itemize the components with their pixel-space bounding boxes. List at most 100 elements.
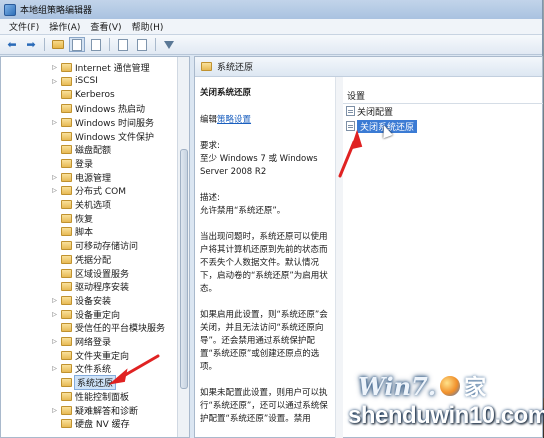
help-icon[interactable]	[134, 37, 150, 52]
expand-arrow-icon[interactable]: ▷	[51, 338, 58, 345]
tree-item-label: 电源管理	[75, 173, 112, 184]
toolbar-separator	[155, 38, 156, 51]
site-watermark-url: shenduwin10.com	[348, 402, 544, 429]
expand-arrow-icon[interactable]: ▷	[51, 174, 58, 181]
tree-item-label: Windows 时间服务	[75, 118, 155, 129]
menu-view[interactable]: 查看(V)	[85, 20, 126, 33]
folder-icon	[61, 117, 72, 127]
tree-item[interactable]: ▷ Internet 通信管理	[51, 61, 150, 74]
tree-item[interactable]: ▷ 设备安装	[51, 294, 111, 307]
back-icon[interactable]: ⬅	[4, 37, 20, 52]
tree-item-label: 区域设置服务	[75, 269, 130, 280]
tree-item[interactable]: ▷ iSCSI	[51, 75, 98, 88]
tree-item[interactable]: ▷ Windows 时间服务	[51, 116, 154, 129]
show-hide-tree-icon[interactable]	[69, 37, 85, 52]
tree-item-label: Kerberos	[75, 89, 115, 100]
details-header: 系统还原	[195, 57, 542, 77]
tree-item[interactable]: 脚本	[51, 225, 93, 238]
tree-item-label: 疑难解答和诊断	[75, 406, 139, 417]
expand-arrow-icon[interactable]: ▷	[51, 78, 58, 85]
setting-row-close-config[interactable]: 关闭配置	[346, 105, 393, 118]
tree-item[interactable]: 关机选项	[51, 198, 111, 211]
tree-item[interactable]: 受信任的平台模块服务	[51, 321, 165, 334]
folder-icon	[61, 350, 72, 360]
menu-file[interactable]: 文件(F)	[4, 20, 44, 33]
tree-item[interactable]: Windows 文件保护	[51, 130, 154, 143]
expand-arrow-icon[interactable]: ▷	[51, 407, 58, 414]
tree-item[interactable]: 可移动存储访问	[51, 239, 138, 252]
tree-item[interactable]: ▷ 文件系统	[51, 362, 111, 375]
filter-icon[interactable]	[161, 37, 177, 52]
folder-icon	[61, 405, 72, 415]
expand-arrow-icon[interactable]: ▷	[51, 297, 58, 304]
menu-action[interactable]: 操作(A)	[44, 20, 85, 33]
tree-item[interactable]: 驱动程序安装	[51, 280, 129, 293]
tree-item[interactable]: 磁盘配额	[51, 143, 111, 156]
folder-icon	[61, 227, 72, 237]
up-folder-icon[interactable]	[50, 37, 66, 52]
folder-icon	[61, 378, 72, 388]
site-watermark-logo: Win7. 家	[358, 370, 486, 402]
menu-help[interactable]: 帮助(H)	[127, 20, 169, 33]
tree-item[interactable]: 登录	[51, 157, 93, 170]
description-paragraph-1: 当出现问题时，系统还原可以使用户将其计算机还原到先前的状态而不丢失个人数据文件。…	[200, 232, 328, 294]
expand-arrow-icon[interactable]: ▷	[51, 187, 58, 194]
tree-item-label: 硬盘 NV 缓存	[75, 420, 130, 431]
tree-item-label: iSCSI	[75, 76, 98, 87]
tree-item[interactable]: 恢复	[51, 212, 93, 225]
tree-item-label: 脚本	[75, 228, 94, 239]
folder-icon	[61, 90, 72, 100]
settings-column-header[interactable]: 设置	[347, 89, 365, 102]
folder-icon	[61, 254, 72, 264]
tree-item-label: Internet 通信管理	[75, 64, 150, 74]
folder-icon	[61, 158, 72, 168]
forward-icon[interactable]: ➡	[23, 37, 39, 52]
tree-item[interactable]: 区域设置服务	[51, 267, 129, 280]
tree-item-label: 受信任的平台模块服务	[75, 324, 166, 335]
tree-scrollbar-thumb[interactable]	[180, 149, 188, 389]
description-scrollbar[interactable]	[335, 77, 343, 438]
edit-policy-link[interactable]: 策略设置	[217, 115, 251, 125]
tree-item[interactable]: 硬盘 NV 缓存	[51, 417, 130, 430]
watermark-brand: Win7.	[358, 371, 437, 401]
tree-item-label: 设备安装	[75, 296, 112, 307]
tree-scrollbar[interactable]	[177, 57, 189, 437]
folder-icon	[61, 241, 72, 251]
windows-orb-icon	[439, 375, 462, 397]
expand-arrow-icon[interactable]: ▷	[51, 311, 58, 318]
tree-item[interactable]: ▷ 疑难解答和诊断	[51, 404, 138, 417]
expand-arrow-icon[interactable]: ▷	[51, 365, 58, 372]
tree-item[interactable]: ▷ 分布式 COM	[51, 184, 126, 197]
folder-icon	[61, 76, 72, 86]
folder-icon	[61, 309, 72, 319]
tree-item[interactable]: ▷ 电源管理	[51, 171, 111, 184]
folder-icon	[61, 172, 72, 182]
properties-icon[interactable]	[115, 37, 131, 52]
tree-item[interactable]: 凭据分配	[51, 253, 111, 266]
folder-icon	[61, 295, 72, 305]
export-list-icon[interactable]	[88, 37, 104, 52]
tree-item[interactable]: 性能控制面板	[51, 390, 129, 403]
expand-arrow-icon[interactable]: ▷	[51, 119, 58, 126]
tree-item[interactable]: Kerberos	[51, 88, 115, 101]
tree-item[interactable]: ▷ 网络登录	[51, 335, 111, 348]
tree-item[interactable]: ▷ 设备重定向	[51, 308, 120, 321]
tree-item[interactable]: Windows 热启动	[51, 102, 145, 115]
tree-item[interactable]: 文件夹重定向	[51, 349, 129, 362]
expand-arrow-icon[interactable]: ▷	[51, 64, 58, 71]
tree-item[interactable]: 系统还原	[51, 375, 117, 391]
toolbar: ⬅ ➡	[0, 35, 542, 55]
title-bar[interactable]: 本地组策略编辑器	[0, 0, 542, 19]
